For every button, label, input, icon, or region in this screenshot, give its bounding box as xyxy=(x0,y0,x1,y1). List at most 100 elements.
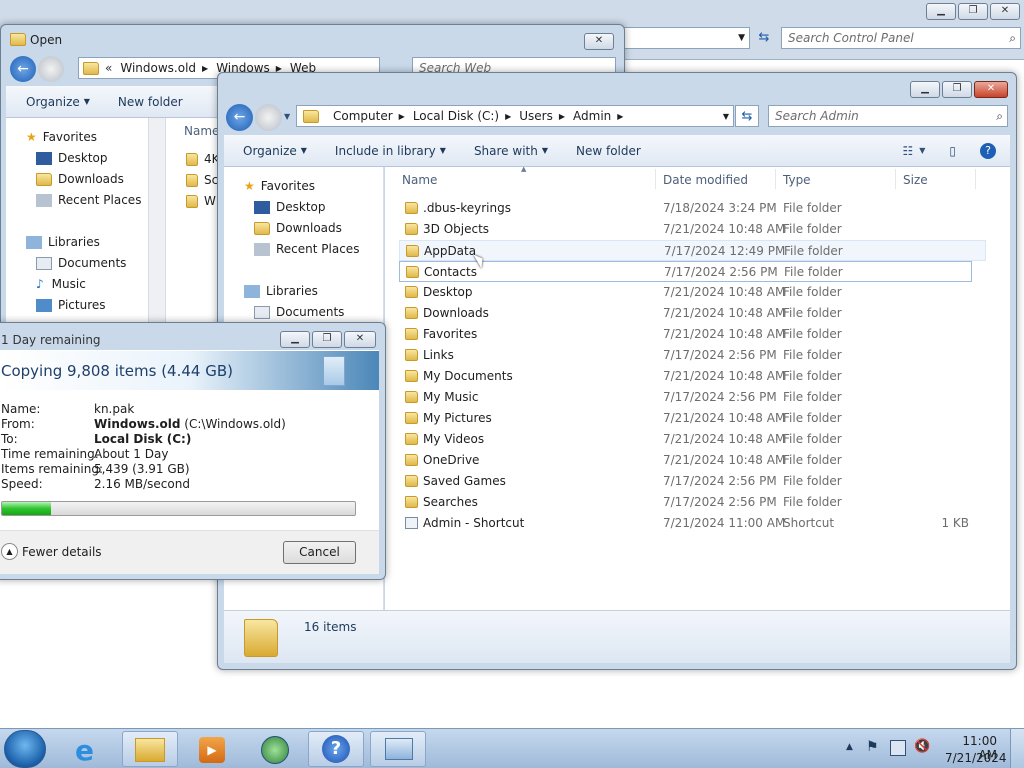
cancel-button[interactable]: Cancel xyxy=(283,541,356,564)
open-nav-desktop[interactable]: Desktop xyxy=(36,151,108,165)
help-button[interactable]: ? xyxy=(308,731,364,767)
file-row[interactable]: My Pictures 7/21/2024 10:48 AM File folder xyxy=(385,408,1010,429)
item-count: 16 items xyxy=(304,620,357,634)
chevron-down-icon[interactable]: ▼ xyxy=(284,112,290,121)
share-with-button[interactable]: Share with xyxy=(474,144,538,158)
crumb-local-disk[interactable]: Local Disk (C:) xyxy=(413,109,499,123)
open-file-item[interactable]: W xyxy=(186,194,216,208)
nav-favorites[interactable]: ★ Favorites xyxy=(244,179,315,193)
start-button[interactable] xyxy=(4,730,46,768)
file-row[interactable]: Admin - Shortcut 7/21/2024 11:00 AM Shortc… xyxy=(385,513,1010,534)
file-row[interactable]: AppData 7/17/2024 12:49 PM File folder xyxy=(399,240,986,261)
open-nav-documents[interactable]: Documents xyxy=(36,256,126,270)
open-nav-favorites[interactable]: ★ Favorites xyxy=(26,130,97,144)
open-crumb-1[interactable]: Windows.old xyxy=(120,61,196,75)
explorer-forward-button[interactable] xyxy=(255,104,282,131)
copy-minimize-button[interactable]: ▁ xyxy=(280,331,310,348)
nav-documents[interactable]: Documents xyxy=(254,305,344,319)
shortcut-icon xyxy=(405,517,418,529)
explorer-search-input[interactable]: Search Admin ⌕ xyxy=(768,105,1008,127)
open-nav-pictures[interactable]: Pictures xyxy=(36,298,106,312)
show-hidden-icons[interactable]: ▲ xyxy=(846,742,853,752)
file-type: File folder xyxy=(783,285,842,299)
file-row[interactable]: Searches 7/17/2024 2:56 PM File folder xyxy=(385,492,1010,513)
open-file-item[interactable]: Sc xyxy=(186,173,218,187)
explorer-address-bar[interactable]: Computer ▶ Local Disk (C:) ▶ Users ▶ Adm… xyxy=(296,105,734,127)
nav-libraries[interactable]: Libraries xyxy=(244,284,318,298)
include-in-library-button[interactable]: Include in library xyxy=(335,144,436,158)
cp-refresh-button[interactable]: ⇆ xyxy=(752,27,776,49)
chevron-down-icon[interactable]: ▼ xyxy=(919,146,925,155)
action-center-icon[interactable]: ⚑ xyxy=(866,739,879,755)
media-player-button[interactable]: ▶ xyxy=(184,731,240,767)
help-icon[interactable]: ? xyxy=(980,142,996,159)
file-row[interactable]: My Music 7/17/2024 2:56 PM File folder xyxy=(385,387,1010,408)
open-nav-libraries[interactable]: Libraries xyxy=(26,235,100,249)
show-desktop-button[interactable] xyxy=(1010,729,1024,768)
file-name: AppData xyxy=(424,244,477,258)
open-crumb-0[interactable]: « xyxy=(105,61,112,75)
nav-recent-places[interactable]: Recent Places xyxy=(254,242,359,256)
file-row[interactable]: Desktop 7/21/2024 10:48 AM File folder xyxy=(385,282,1010,303)
explorer-back-button[interactable]: ← xyxy=(226,104,253,131)
file-type: File folder xyxy=(783,306,842,320)
file-row[interactable]: Links 7/17/2024 2:56 PM File folder xyxy=(385,345,1010,366)
clock-date[interactable]: 7/21/2024 xyxy=(945,751,1007,765)
column-type[interactable]: Type xyxy=(783,173,811,187)
chevron-down-icon[interactable]: ▼ xyxy=(723,112,729,121)
internet-explorer-button[interactable]: e xyxy=(62,731,118,767)
music-icon: ♪ xyxy=(36,277,44,291)
open-nav-recent[interactable]: Recent Places xyxy=(36,193,141,207)
open-file-item[interactable]: 4K xyxy=(186,152,220,166)
crumb-computer[interactable]: Computer xyxy=(333,109,393,123)
cp-maximize-button[interactable]: ❐ xyxy=(958,3,988,20)
preview-pane-icon[interactable]: ▯ xyxy=(949,144,956,158)
explorer-maximize-button[interactable]: ❐ xyxy=(942,81,972,98)
organize-button[interactable]: Organize xyxy=(243,144,297,158)
file-row[interactable]: .dbus-keyrings 7/18/2024 3:24 PM File fold… xyxy=(385,198,1010,219)
open-column-name[interactable]: Name xyxy=(184,124,219,138)
column-name[interactable]: Name xyxy=(402,173,437,187)
progress-fill xyxy=(2,502,52,515)
file-row[interactable]: OneDrive 7/21/2024 10:48 AM File folder xyxy=(385,450,1010,471)
crumb-users[interactable]: Users xyxy=(519,109,553,123)
globe-icon xyxy=(261,736,289,764)
open-nav-scrollbar[interactable] xyxy=(148,118,165,328)
cp-address-bar[interactable]: ▼ xyxy=(620,27,750,49)
network-button[interactable] xyxy=(246,731,302,767)
file-row[interactable]: Saved Games 7/17/2024 2:56 PM File folder xyxy=(385,471,1010,492)
file-row[interactable]: Favorites 7/21/2024 10:48 AM File folder xyxy=(385,324,1010,345)
open-close-button[interactable]: ✕ xyxy=(584,33,614,50)
cp-minimize-button[interactable]: ▁ xyxy=(926,3,956,20)
file-row[interactable]: My Documents 7/21/2024 10:48 AM File folde… xyxy=(385,366,1010,387)
open-organize-button[interactable]: Organize xyxy=(26,95,80,109)
refresh-button[interactable]: ⇆ xyxy=(735,105,759,127)
file-row[interactable]: Downloads 7/21/2024 10:48 AM File folder xyxy=(385,303,1010,324)
cp-search-input[interactable]: Search Control Panel ⌕ xyxy=(781,27,1021,49)
windows-explorer-button[interactable] xyxy=(122,731,178,767)
cp-close-button[interactable]: ✕ xyxy=(990,3,1020,20)
taskbar: e ▶ ? ▲ ⚑ 🔇 11:00 AM 7/21/2024 xyxy=(0,728,1024,768)
column-size[interactable]: Size xyxy=(903,173,928,187)
nav-desktop[interactable]: Desktop xyxy=(254,200,326,214)
file-row[interactable]: My Videos 7/21/2024 10:48 AM File folder xyxy=(385,429,1010,450)
open-forward-button[interactable] xyxy=(38,56,64,82)
volume-muted-icon[interactable]: 🔇 xyxy=(914,739,930,754)
copy-maximize-button[interactable]: ❐ xyxy=(312,331,342,348)
control-panel-button[interactable] xyxy=(370,731,426,767)
fewer-details-button[interactable]: ▲ Fewer details xyxy=(1,543,102,560)
crumb-admin[interactable]: Admin xyxy=(573,109,611,123)
copy-close-button[interactable]: ✕ xyxy=(344,331,376,348)
open-nav-music[interactable]: ♪ Music xyxy=(36,277,86,291)
view-options-icon[interactable]: ☷ xyxy=(902,144,913,158)
open-new-folder-button[interactable]: New folder xyxy=(118,95,183,109)
file-row[interactable]: 3D Objects 7/21/2024 10:48 AM File folder xyxy=(385,219,1010,240)
explorer-close-button[interactable]: ✕ xyxy=(974,81,1008,98)
open-back-button[interactable]: ← xyxy=(10,56,36,82)
column-date-modified[interactable]: Date modified xyxy=(663,173,748,187)
new-folder-button[interactable]: New folder xyxy=(576,144,641,158)
network-status-icon[interactable] xyxy=(890,740,906,756)
explorer-minimize-button[interactable]: ▁ xyxy=(910,81,940,98)
nav-downloads[interactable]: Downloads xyxy=(254,221,342,235)
open-nav-downloads[interactable]: Downloads xyxy=(36,172,124,186)
